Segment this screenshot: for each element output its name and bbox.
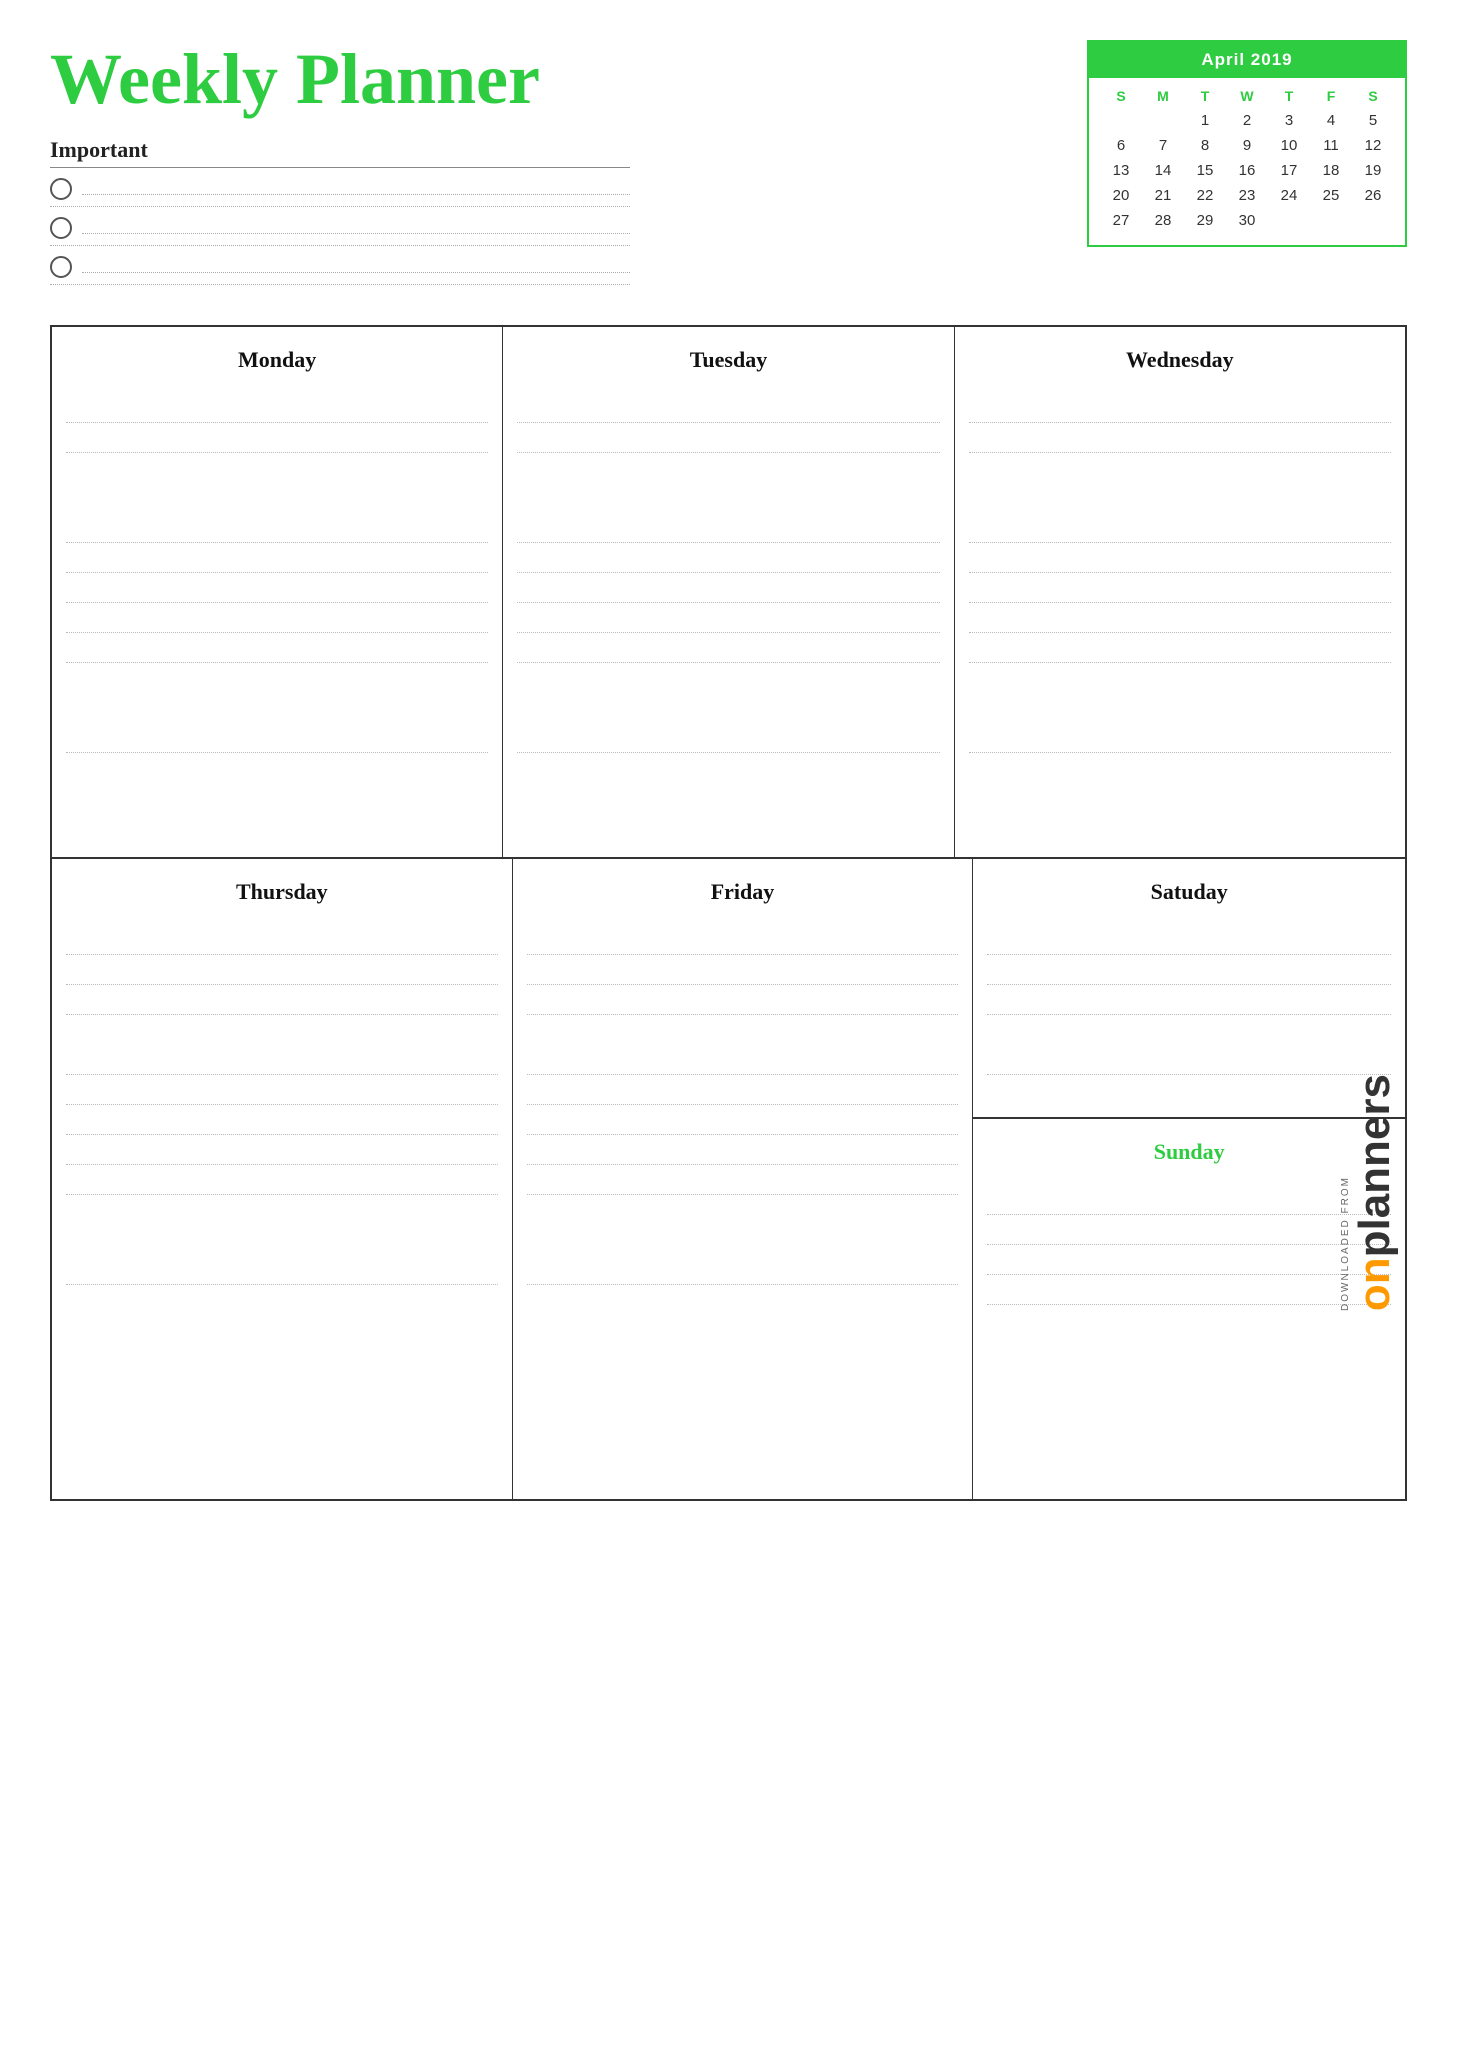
cal-d-e2: [1313, 210, 1349, 231]
cal-d9: 9: [1229, 135, 1265, 156]
watermark-planners: planners: [1350, 1074, 1399, 1257]
cal-week-1b: 6 7 8 9 10 11 12: [1103, 135, 1391, 156]
wednesday-header: Wednesday: [969, 337, 1391, 387]
cal-d14: 14: [1145, 160, 1181, 181]
cal-d23: 23: [1229, 185, 1265, 206]
cal-w1-w: 2: [1229, 110, 1265, 131]
cal-d10: 10: [1271, 135, 1307, 156]
important-item-2: [50, 217, 630, 239]
imp-line-extra-3: [50, 284, 630, 285]
cal-d22: 22: [1187, 185, 1223, 206]
cal-d17: 17: [1271, 160, 1307, 181]
circle-icon-1: [50, 178, 72, 200]
cal-header-m: M: [1145, 86, 1181, 106]
thursday-cell: Thursday: [52, 859, 513, 1499]
cal-d19: 19: [1355, 160, 1391, 181]
cal-d12: 12: [1355, 135, 1391, 156]
weekly-grid: Monday Tuesday: [50, 325, 1407, 1501]
thursday-header: Thursday: [66, 869, 498, 919]
monday-header: Monday: [66, 337, 488, 387]
cal-week-2: 13 14 15 16 17 18 19: [1103, 160, 1391, 181]
wednesday-cell: Wednesday: [955, 327, 1405, 857]
cal-d24: 24: [1271, 185, 1307, 206]
cal-week-1: 1 2 3 4 5: [1103, 110, 1391, 131]
monday-lines: [66, 395, 488, 753]
tuesday-cell: Tuesday: [503, 327, 954, 857]
cal-d6: 6: [1103, 135, 1139, 156]
saturday-lines: [987, 927, 1391, 1075]
sunday-section: Sunday DOWNLOADED FROM onplanners: [973, 1119, 1405, 1321]
circle-icon-3: [50, 256, 72, 278]
important-item-1: [50, 178, 630, 200]
cal-d29: 29: [1187, 210, 1223, 231]
monday-cell: Monday: [52, 327, 503, 857]
wednesday-lines: [969, 395, 1391, 753]
cal-d26: 26: [1355, 185, 1391, 206]
bottom-row: Thursday Friday: [52, 859, 1405, 1499]
cal-d27: 27: [1103, 210, 1139, 231]
circle-icon-2: [50, 217, 72, 239]
cal-d16: 16: [1229, 160, 1265, 181]
mini-calendar: April 2019 S M T W T F S 1 2 3 4 5 6: [1087, 40, 1407, 247]
cal-w1-f: 4: [1313, 110, 1349, 131]
cal-month-header: April 2019: [1089, 42, 1405, 78]
cal-d20: 20: [1103, 185, 1139, 206]
cal-d11: 11: [1313, 135, 1349, 156]
friday-cell: Friday: [513, 859, 974, 1499]
dotted-line-3: [82, 272, 630, 273]
cal-d8: 8: [1187, 135, 1223, 156]
cal-w1-s2: 5: [1355, 110, 1391, 131]
cal-d-e1: [1271, 210, 1307, 231]
important-label: Important: [50, 137, 630, 168]
cal-week-3: 20 21 22 23 24 25 26: [1103, 185, 1391, 206]
cal-d30: 30: [1229, 210, 1265, 231]
left-header: Weekly Planner Important: [50, 40, 1087, 295]
cal-header-f: F: [1313, 86, 1349, 106]
cal-d18: 18: [1313, 160, 1349, 181]
cal-d13: 13: [1103, 160, 1139, 181]
cal-header-t2: T: [1271, 86, 1307, 106]
dotted-line-1: [82, 194, 630, 195]
top-row: Monday Tuesday: [52, 327, 1405, 859]
cal-w1-t1: 1: [1187, 110, 1223, 131]
sat-sun-cell: Satuday Sunday: [973, 859, 1405, 1499]
sunday-header: Sunday: [987, 1129, 1391, 1179]
cal-d-e3: [1355, 210, 1391, 231]
cal-d7: 7: [1145, 135, 1181, 156]
cal-week-4: 27 28 29 30: [1103, 210, 1391, 231]
imp-line-extra-1: [50, 206, 630, 207]
cal-header-s1: S: [1103, 86, 1139, 106]
important-item-3: [50, 256, 630, 278]
cal-w1-m: [1145, 110, 1181, 131]
page-title: Weekly Planner: [50, 40, 1087, 119]
watermark-on: on: [1350, 1257, 1399, 1311]
cal-grid: S M T W T F S 1 2 3 4 5 6 7 8 9: [1089, 78, 1405, 245]
cal-day-headers: S M T W T F S: [1103, 86, 1391, 106]
cal-d15: 15: [1187, 160, 1223, 181]
watermark: DOWNLOADED FROM onplanners: [1340, 1074, 1397, 1311]
cal-w1-s: [1103, 110, 1139, 131]
cal-header-t1: T: [1187, 86, 1223, 106]
header-section: Weekly Planner Important April 2019 S M …: [50, 40, 1407, 295]
cal-header-s2: S: [1355, 86, 1391, 106]
sunday-lines: [987, 1187, 1391, 1305]
cal-d25: 25: [1313, 185, 1349, 206]
cal-w1-t2: 3: [1271, 110, 1307, 131]
friday-header: Friday: [527, 869, 959, 919]
cal-d21: 21: [1145, 185, 1181, 206]
friday-lines: [527, 927, 959, 1285]
dotted-line-2: [82, 233, 630, 234]
thursday-lines: [66, 927, 498, 1285]
cal-d28: 28: [1145, 210, 1181, 231]
cal-header-w: W: [1229, 86, 1265, 106]
tuesday-lines: [517, 395, 939, 753]
saturday-header: Satuday: [987, 869, 1391, 919]
imp-line-extra-2: [50, 245, 630, 246]
tuesday-header: Tuesday: [517, 337, 939, 387]
watermark-brand: onplanners: [1353, 1074, 1397, 1311]
